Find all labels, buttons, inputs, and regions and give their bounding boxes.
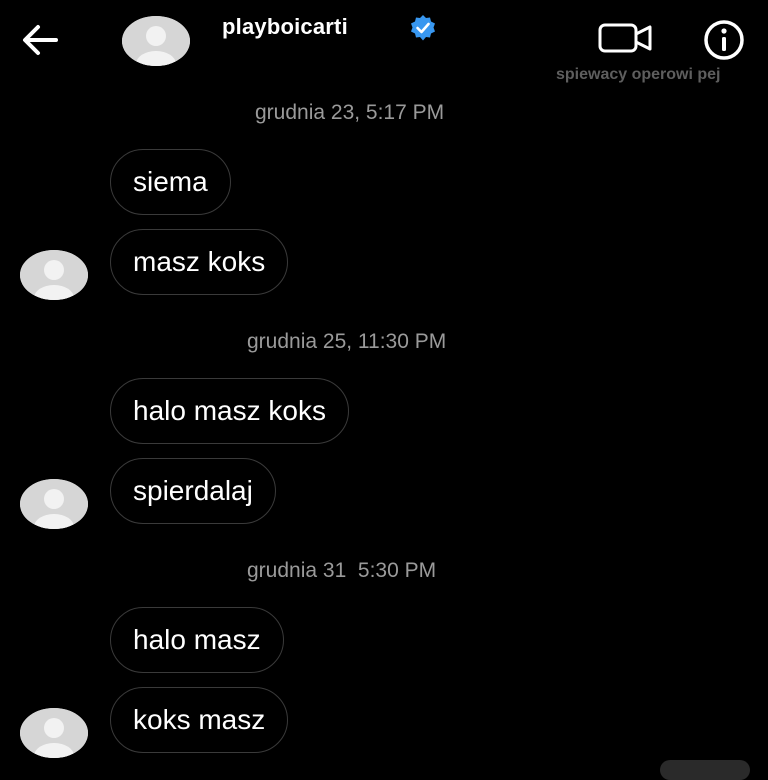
message-timestamp: grudnia 31 5:30 PM (247, 559, 437, 582)
sender-avatar (20, 708, 88, 758)
video-camera-icon[interactable] (598, 22, 654, 54)
verified-badge-icon (409, 14, 437, 42)
message-bubble[interactable]: masz koks (110, 229, 289, 295)
message-timestamp: grudnia 23, 5:17 PM (255, 101, 445, 124)
info-icon[interactable] (700, 16, 748, 64)
message-bubble[interactable]: spierdalaj (110, 458, 276, 524)
message-timestamp: grudnia 25, 11:30 PM (247, 330, 447, 353)
chat-username[interactable]: playboicarti (222, 14, 348, 40)
message-bubble[interactable]: halo masz koks (110, 378, 349, 444)
profile-avatar[interactable] (122, 16, 190, 66)
message-bubble[interactable]: siema (110, 149, 231, 215)
back-arrow-icon[interactable] (20, 22, 60, 58)
message-bubble[interactable]: koks masz (110, 687, 289, 753)
scroll-indicator (660, 760, 750, 780)
message-bubble[interactable]: halo masz (110, 607, 284, 673)
sender-avatar (20, 479, 88, 529)
sender-avatar (20, 250, 88, 300)
header-subtitle: spiewacy operowi pej (556, 66, 721, 83)
